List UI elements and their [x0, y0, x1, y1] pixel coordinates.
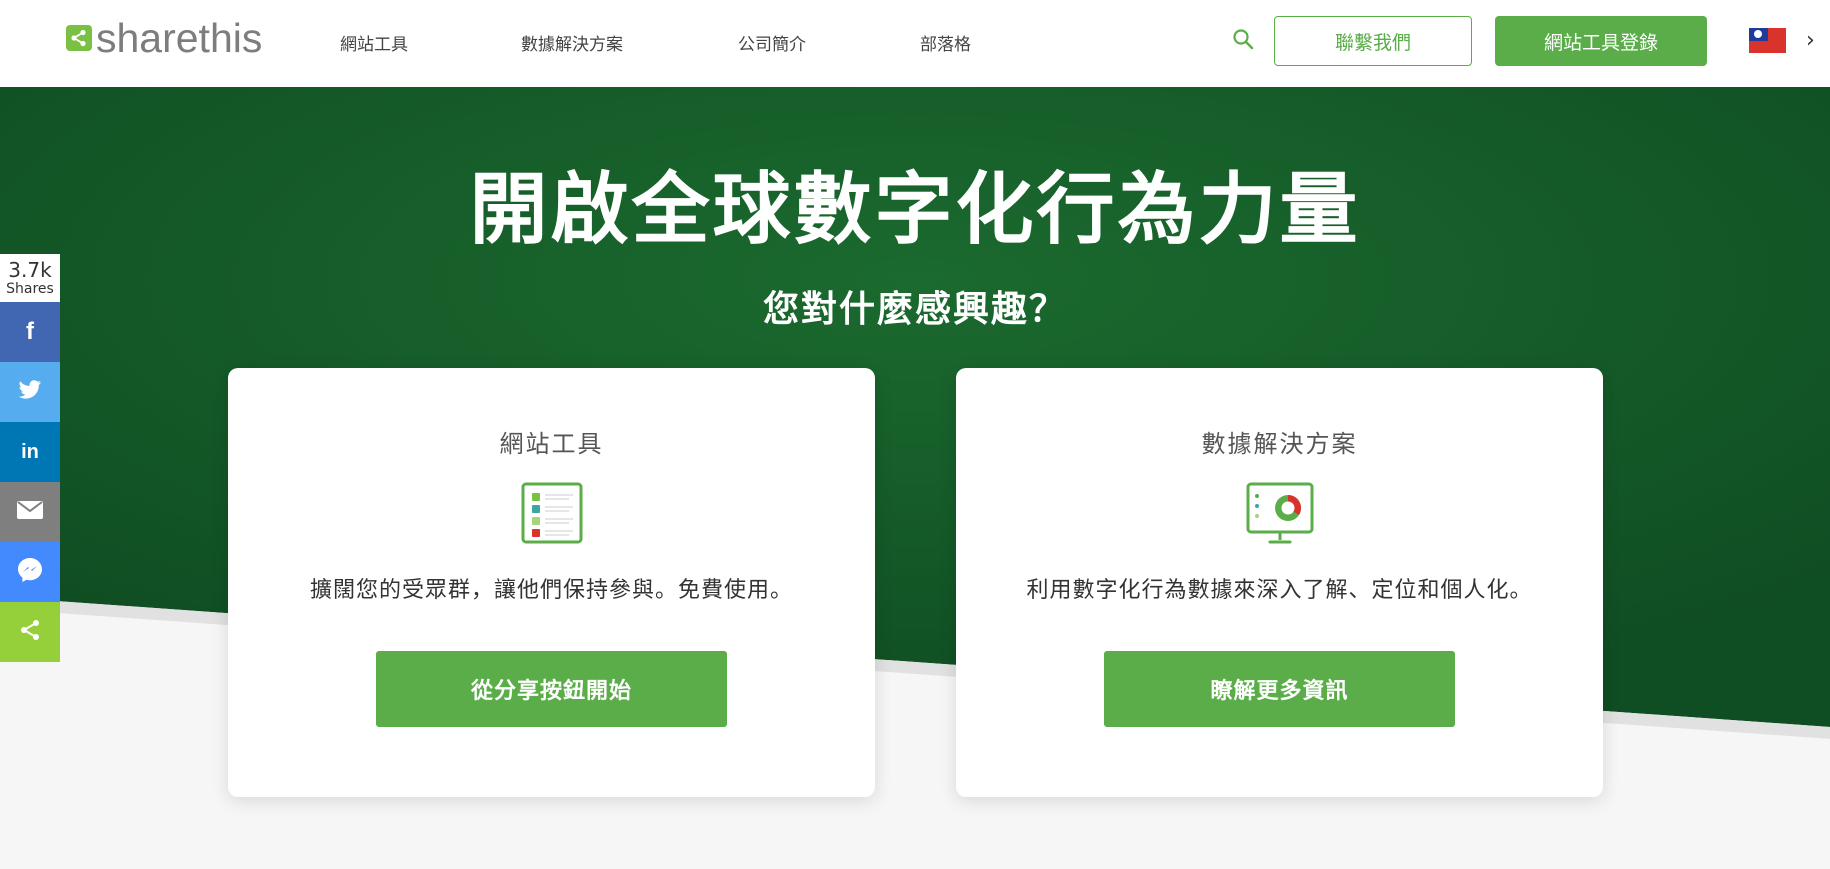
tools-login-button[interactable]: 網站工具登錄	[1495, 16, 1707, 66]
card-title: 網站工具	[499, 430, 604, 458]
share-count-label: Shares	[6, 281, 54, 297]
contact-us-button[interactable]: 聯繫我們	[1274, 16, 1472, 66]
nav-website-tools[interactable]: 網站工具	[340, 30, 408, 55]
taiwan-flag-icon[interactable]	[1749, 28, 1786, 53]
share-icon	[18, 618, 42, 646]
chevron-right-icon[interactable]: ›	[1806, 28, 1815, 53]
envelope-icon	[17, 501, 43, 523]
facebook-share-button[interactable]: f	[0, 302, 60, 362]
list-icon	[521, 482, 583, 548]
share-count: 3.7k Shares	[0, 254, 60, 302]
email-share-button[interactable]	[0, 482, 60, 542]
sharethis-share-button[interactable]	[0, 602, 60, 662]
site-header: sharethis 網站工具 數據解決方案 公司簡介 部落格 聯繫我們 網站工具…	[0, 0, 1830, 88]
card-description: 利用數字化行為數據來深入了解、定位和個人化。	[1026, 578, 1533, 603]
data-solutions-card: 數據解決方案 利用數字化行為數據來深入了解、定位和個人化。 瞭解更多資訊	[956, 368, 1603, 797]
share-logo-icon	[66, 25, 92, 51]
hero-title: 開啟全球數字化行為力量	[469, 165, 1361, 255]
nav-blog[interactable]: 部落格	[920, 30, 971, 55]
messenger-share-button[interactable]	[0, 542, 60, 602]
twitter-icon	[18, 380, 42, 404]
linkedin-icon: in	[21, 440, 39, 463]
sharethis-logo[interactable]: sharethis	[66, 15, 262, 61]
start-share-buttons-button[interactable]: 從分享按鈕開始	[376, 651, 727, 727]
card-description: 擴闊您的受眾群，讓他們保持參與。免費使用。	[309, 578, 793, 603]
nav-about[interactable]: 公司簡介	[738, 30, 806, 55]
logo-text: sharethis	[96, 14, 263, 61]
share-sidebar: 3.7k Shares f in	[0, 254, 60, 662]
facebook-icon: f	[26, 318, 34, 345]
nav-data-solutions[interactable]: 數據解決方案	[521, 30, 623, 55]
learn-more-button[interactable]: 瞭解更多資訊	[1104, 651, 1455, 727]
linkedin-share-button[interactable]: in	[0, 422, 60, 482]
monitor-chart-icon	[1246, 482, 1314, 550]
hero-subtitle: 您對什麼感興趣？	[762, 289, 1067, 330]
search-icon[interactable]	[1232, 28, 1254, 54]
website-tools-card: 網站工具 擴闊您的受眾群，讓他們保持參與。免費使用。 從分享按鈕開始	[228, 368, 875, 797]
card-title: 數據解決方案	[1201, 430, 1358, 458]
share-count-number: 3.7k	[8, 258, 52, 282]
twitter-share-button[interactable]	[0, 362, 60, 422]
messenger-icon	[16, 556, 44, 588]
